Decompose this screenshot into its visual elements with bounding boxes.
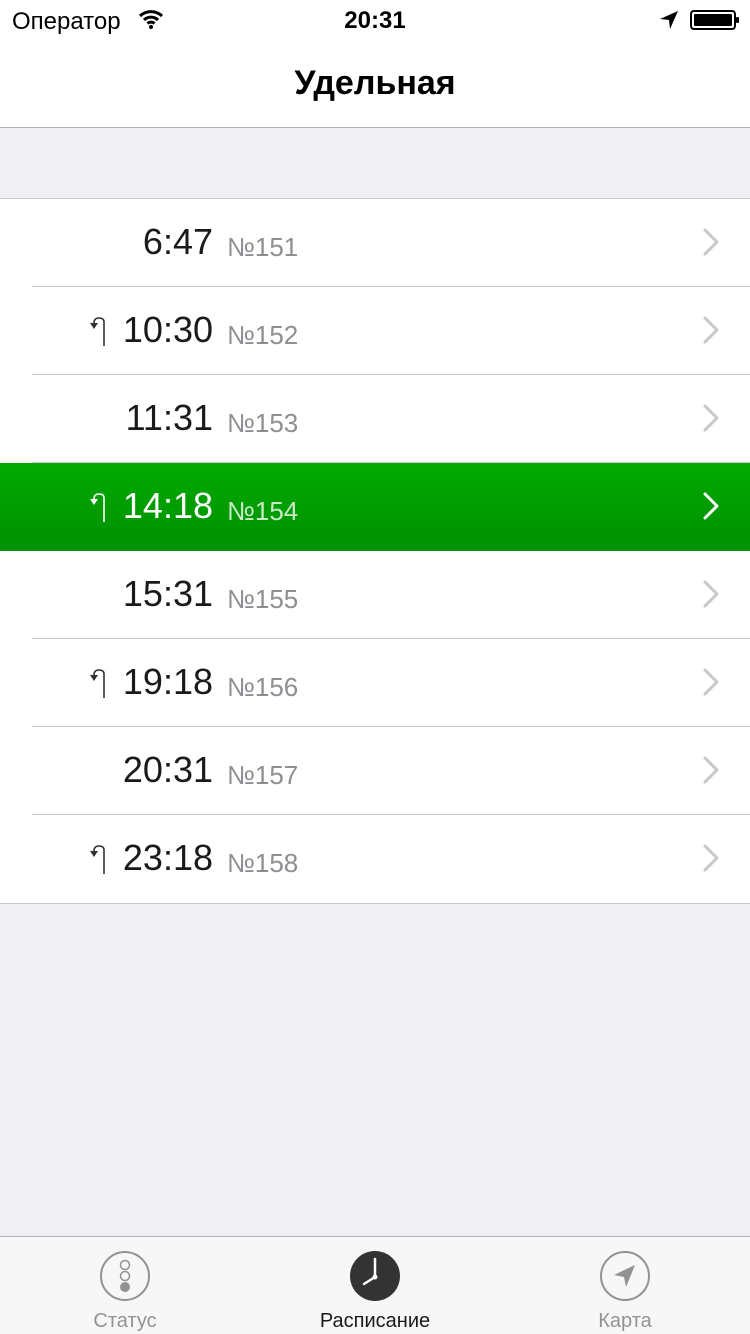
return-trip-icon xyxy=(90,317,105,346)
schedule-row[interactable]: 15:31 №155 xyxy=(0,551,750,639)
train-number: №154 xyxy=(227,496,299,526)
chevron-right-icon xyxy=(703,228,719,256)
departure-time: 14:18 xyxy=(122,485,213,526)
train-number: №152 xyxy=(227,320,299,350)
traffic-light-icon xyxy=(100,1251,150,1301)
schedule-row[interactable]: 14:18 №154 xyxy=(0,463,750,551)
chevron-right-icon xyxy=(703,756,719,784)
location-arrow-icon xyxy=(660,11,678,29)
schedule-list: 6:47 №151 10:30 №152 11:31 №153 14:18 №1… xyxy=(0,198,750,904)
chevron-right-icon xyxy=(703,404,719,432)
schedule-row[interactable]: 10:30 №152 xyxy=(0,287,750,375)
train-number: №155 xyxy=(227,584,299,614)
departure-time: 6:47 xyxy=(142,221,213,262)
battery-icon xyxy=(690,10,739,30)
schedule-row[interactable]: 23:18 №158 xyxy=(0,815,750,903)
chevron-right-icon xyxy=(703,668,719,696)
schedule-row[interactable]: 20:31 №157 xyxy=(0,727,750,815)
status-bar: Оператор 20:31 xyxy=(0,0,750,40)
return-trip-icon xyxy=(90,845,105,874)
tab-map[interactable]: Карта xyxy=(500,1237,750,1334)
schedule-row[interactable]: 19:18 №156 xyxy=(0,639,750,727)
tab-label: Статус xyxy=(93,1310,157,1332)
train-number: №156 xyxy=(227,672,299,702)
train-number: №153 xyxy=(227,408,299,438)
tab-bar: Статус Расписание Карта xyxy=(0,1236,750,1334)
departure-time: 15:31 xyxy=(122,573,213,614)
tab-label: Карта xyxy=(598,1310,652,1332)
tab-label: Расписание xyxy=(319,1310,431,1332)
return-trip-icon xyxy=(90,493,105,522)
chevron-right-icon xyxy=(703,580,719,608)
return-trip-icon xyxy=(90,669,105,698)
departure-time: 19:18 xyxy=(122,661,213,702)
train-number: №151 xyxy=(227,232,299,262)
departure-time: 11:31 xyxy=(125,397,213,438)
schedule-row[interactable]: 11:31 №153 xyxy=(0,375,750,463)
departure-time: 10:30 xyxy=(122,309,213,350)
train-number: №158 xyxy=(227,848,299,878)
chevron-right-icon xyxy=(703,844,719,872)
train-number: №157 xyxy=(227,760,299,790)
schedule-row[interactable]: 6:47 №151 xyxy=(0,199,750,287)
page-title: Удельная xyxy=(294,64,456,102)
tab-status[interactable]: Статус xyxy=(0,1237,250,1334)
departure-time: 23:18 xyxy=(122,837,213,878)
chevron-right-icon xyxy=(703,492,719,520)
tab-schedule[interactable]: Расписание xyxy=(250,1237,500,1334)
status-time: 20:31 xyxy=(344,7,406,34)
chevron-right-icon xyxy=(703,316,719,344)
screen: Оператор 20:31 Удельная 6:47 №151 10:30 … xyxy=(0,0,750,1334)
departure-time: 20:31 xyxy=(122,749,213,790)
compass-arrow-icon xyxy=(600,1251,650,1301)
clock-icon xyxy=(350,1251,400,1301)
navigation-bar: Удельная xyxy=(0,40,750,128)
